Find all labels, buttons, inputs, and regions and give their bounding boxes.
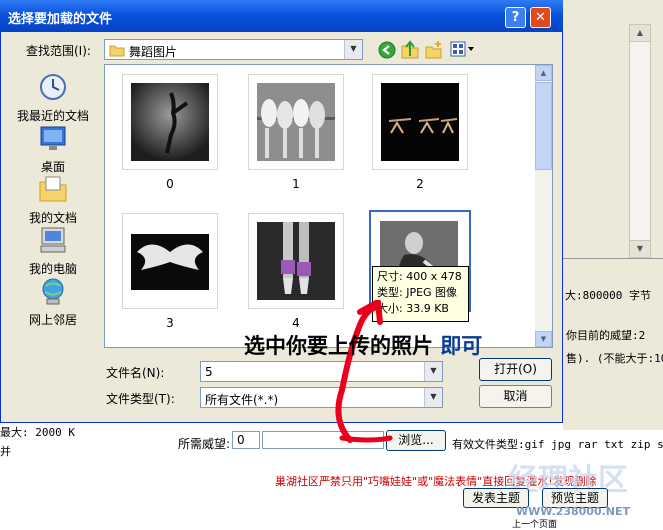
size-limit-text: 大:800000 字节 <box>565 289 651 302</box>
view-menu-icon[interactable] <box>450 41 476 58</box>
cancel-button[interactable]: 取消 <box>479 385 552 408</box>
open-button[interactable]: 打开(O) <box>479 358 552 381</box>
chevron-down-icon[interactable]: ▼ <box>424 388 442 407</box>
divider <box>563 258 663 259</box>
file-thumbnail-0[interactable] <box>122 74 218 170</box>
stage-dancers-image <box>381 83 459 161</box>
my-computer-icon <box>40 227 66 253</box>
place-network[interactable]: 网上邻居 <box>8 276 98 328</box>
places-bar: 我最近的文档 桌面 我的文档 我的电脑 网上邻居 <box>8 62 98 352</box>
lookin-select[interactable]: 舞蹈图片 ▼ <box>104 39 363 60</box>
file-name[interactable]: 2 <box>372 177 468 191</box>
close-button[interactable]: ✕ <box>530 7 551 28</box>
row-mark: 并 <box>0 445 11 458</box>
place-desktop[interactable]: 桌面 <box>8 123 98 175</box>
power-text: 你目前的威望:2 <box>566 329 646 342</box>
lookin-label: 查找范围(I): <box>26 44 91 58</box>
annotation-arrow-icon <box>335 300 393 443</box>
file-thumbnail-1[interactable] <box>248 74 344 170</box>
place-recent-documents[interactable]: 我最近的文档 <box>8 72 98 124</box>
desktop-icon <box>40 126 66 150</box>
file-name[interactable]: 0 <box>122 177 218 191</box>
chevron-down-icon[interactable]: ▼ <box>344 40 362 59</box>
ballet-legs-image <box>257 222 335 300</box>
file-name[interactable]: 3 <box>122 316 218 330</box>
wings-image <box>131 222 209 300</box>
place-my-documents[interactable]: 我的文档 <box>8 174 98 226</box>
file-thumbnail-4[interactable] <box>248 213 344 309</box>
limit-text: 售). (不能大于:10 <box>566 352 663 365</box>
annotation-text: 选中你要上传的照片 即可 <box>244 334 483 358</box>
help-button[interactable]: ? <box>505 7 526 28</box>
dancers-bar-image <box>257 83 335 161</box>
needed-power-label: 所需威望: <box>178 437 231 451</box>
scroll-down-arrow-icon[interactable]: ▼ <box>630 240 650 257</box>
background-textarea-scrollbar[interactable]: ▲ ▼ <box>629 24 651 258</box>
folder-icon <box>109 45 125 57</box>
dialog-title: 选择要加载的文件 <box>8 12 113 27</box>
recent-documents-icon <box>40 74 66 100</box>
scrollbar-thumb[interactable] <box>535 82 552 170</box>
scroll-up-arrow-icon[interactable]: ▲ <box>630 25 650 42</box>
scroll-up-arrow-icon[interactable]: ▲ <box>535 65 552 81</box>
place-my-computer[interactable]: 我的电脑 <box>8 225 98 277</box>
file-thumbnail-2[interactable] <box>372 74 468 170</box>
filetype-label: 文件类型(T): <box>106 392 175 406</box>
network-icon <box>42 278 64 305</box>
filename-label: 文件名(N): <box>106 366 165 380</box>
file-name[interactable]: 1 <box>248 177 344 191</box>
max-size-text: 最大: 2000 K <box>0 426 75 439</box>
file-list-pane[interactable]: 0 1 2 3 4 <box>104 64 553 348</box>
back-icon[interactable] <box>378 41 396 59</box>
chevron-down-icon[interactable]: ▼ <box>424 362 442 381</box>
valid-filetypes-text: 有效文件类型:gif jpg rar txt zip sw <box>452 438 663 451</box>
file-list-scrollbar[interactable]: ▲ ▼ <box>535 65 552 347</box>
up-folder-icon[interactable] <box>401 40 419 59</box>
new-folder-icon[interactable] <box>425 40 443 59</box>
bottom-link[interactable]: 上一个页面 <box>512 517 557 530</box>
dancer-image <box>131 83 209 161</box>
file-thumbnail-3[interactable] <box>122 213 218 309</box>
my-documents-icon <box>39 176 67 202</box>
scroll-down-arrow-icon[interactable]: ▼ <box>535 331 552 347</box>
needed-power-input[interactable]: 0 <box>232 431 260 449</box>
